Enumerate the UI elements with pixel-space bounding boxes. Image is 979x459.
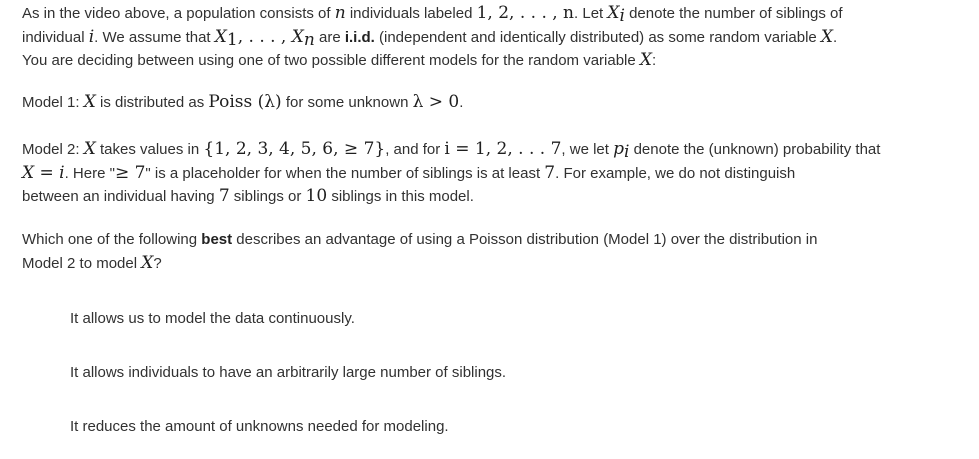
intro-text: individuals labeled (345, 5, 477, 22)
best-bold: best (201, 231, 233, 248)
math-X: X (83, 92, 96, 112)
intro-text: : (652, 52, 657, 69)
model2-label: Model 2: (22, 141, 84, 158)
math-labels: 1, 2, . . . , n (476, 3, 575, 23)
question-text: Model 2 to model (22, 254, 142, 272)
math-sub-n: n (303, 29, 315, 50)
math-7: 7 (544, 162, 556, 183)
model2-line-1: Model 2: X takes values in {1, 2, 3, 4, … (22, 138, 975, 162)
intro-text: As in the video above, a population cons… (22, 5, 335, 22)
math-X: X (141, 252, 154, 273)
model2-text: takes values in (95, 141, 204, 158)
question-line-1: Which one of the following best describe… (22, 229, 975, 252)
answer-option-3[interactable]: It reduces the amount of unknowns needed… (70, 417, 449, 437)
question: Which one of the following best describe… (22, 229, 975, 275)
math-lambda: λ > 0 (412, 92, 460, 112)
question-text: ? (153, 254, 162, 272)
intro-text: (independent and identically distributed… (374, 28, 821, 46)
intro-text: individual (22, 28, 89, 46)
math-X: X (639, 50, 653, 70)
model1-text: . (459, 94, 464, 111)
math-7: 7 (218, 186, 230, 206)
model2-text: , and for (385, 141, 445, 158)
math-X: X (607, 3, 620, 23)
math-geq7: ≥ 7 (114, 162, 146, 183)
model2-text: , we let (561, 141, 614, 158)
model2-text: siblings in this model. (327, 188, 474, 205)
iid-bold: i.i.d. (344, 28, 375, 46)
model-1: Model 1: X is distributed as Poiss (λ) f… (22, 91, 975, 115)
model2-line-3: between an individual having 7 siblings … (22, 185, 975, 209)
answer-option-1[interactable]: It allows us to model the data continuou… (70, 309, 355, 329)
model2-text: . Here " (64, 164, 115, 182)
model2-text: denote the (unknown) probability that (629, 141, 881, 158)
question-text: Which one of the following (22, 231, 202, 248)
math-X1: X (214, 26, 227, 47)
intro-text: are (314, 28, 345, 46)
intro-text: You are deciding between using one of tw… (22, 52, 640, 69)
math-i-range: i = 1, 2, . . . 7 (444, 139, 562, 159)
intro-text: . (833, 28, 838, 46)
model2-text: " is a placeholder for when the number o… (145, 164, 545, 182)
math-X: X (820, 26, 834, 47)
intro-line-2: individual i. We assume that X1, . . . ,… (22, 26, 975, 50)
model1-text: is distributed as (95, 94, 209, 111)
math-X: X (83, 139, 96, 159)
math-poiss: Poiss (λ) (208, 92, 282, 112)
model-2: Model 2: X takes values in {1, 2, 3, 4, … (22, 138, 975, 209)
math-sub-1: 1 (226, 29, 238, 50)
math-10: 10 (305, 186, 328, 206)
model2-text: siblings or (229, 188, 306, 205)
math-value-set: {1, 2, 3, 4, 5, 6, ≥ 7} (203, 139, 386, 159)
intro-line-1: As in the video above, a population cons… (22, 2, 975, 26)
model2-text: . For example, we do not distinguish (555, 164, 796, 182)
problem-intro: As in the video above, a population cons… (22, 2, 975, 73)
math-X-eq-i: X = i (22, 162, 65, 183)
question-text: describes an advantage of using a Poisso… (232, 231, 818, 248)
math-p: p (613, 139, 624, 159)
intro-line-3: You are deciding between using one of tw… (22, 49, 975, 73)
math-ellipsis: , . . . , (237, 26, 292, 47)
question-line-2: Model 2 to model X? (22, 252, 975, 276)
math-n: n (334, 3, 346, 23)
intro-text: . We assume that (94, 28, 215, 46)
intro-text: . Let (574, 5, 608, 22)
model2-line-2: X = i. Here "≥ 7" is a placeholder for w… (22, 162, 975, 186)
model1-label: Model 1: (22, 94, 84, 111)
math-Xn: X (291, 26, 304, 47)
intro-text: denote the number of siblings of (624, 5, 843, 22)
answer-option-2[interactable]: It allows individuals to have an arbitra… (70, 363, 506, 383)
model1-text: for some unknown (281, 94, 413, 111)
model2-text: between an individual having (22, 188, 219, 205)
